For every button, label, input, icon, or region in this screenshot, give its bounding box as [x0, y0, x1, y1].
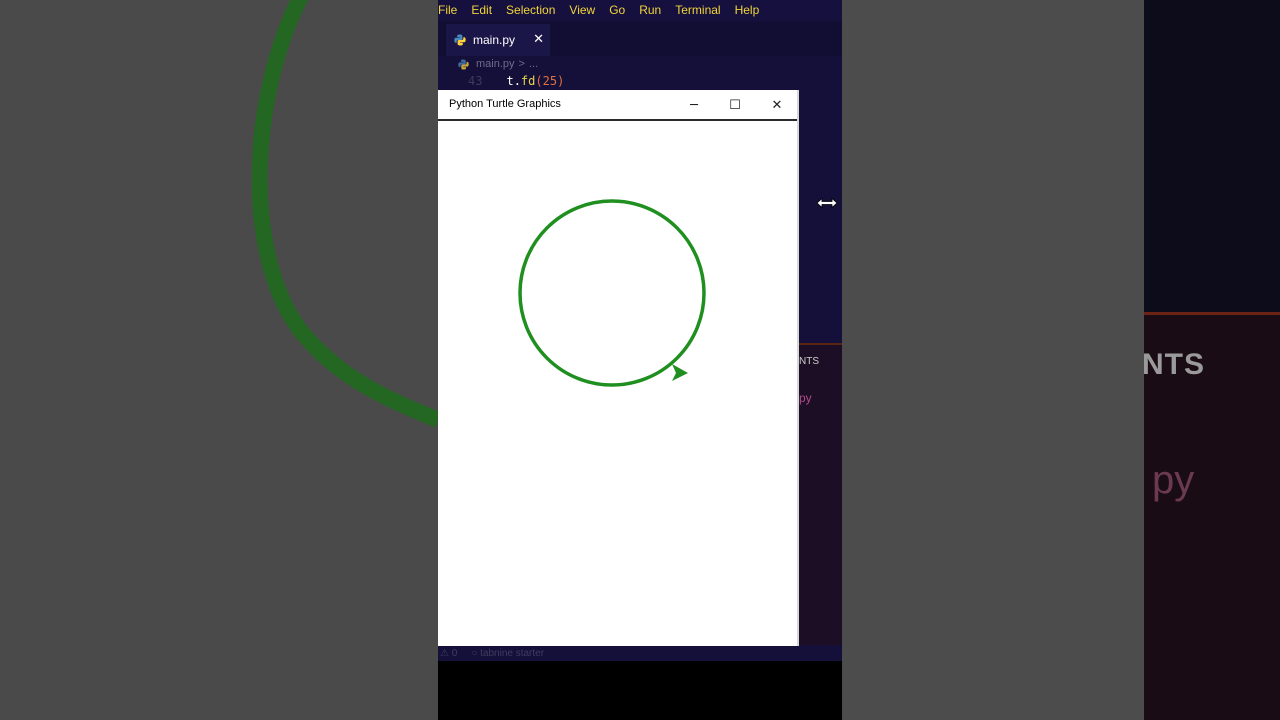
- close-button[interactable]: ✕: [762, 93, 792, 117]
- turtle-arrow-icon: [672, 364, 688, 381]
- background-ghost-file: py: [1152, 458, 1195, 502]
- maximize-button[interactable]: ☐: [720, 93, 750, 117]
- code-object: t: [506, 74, 514, 88]
- line-number: 43: [468, 74, 483, 88]
- background-ghost-label: NTS: [1142, 348, 1205, 381]
- menu-edit[interactable]: Edit: [471, 3, 492, 17]
- panel-section-label[interactable]: NTS: [799, 356, 819, 367]
- code-open-paren: (: [535, 74, 543, 88]
- code-argument: 25: [542, 74, 558, 88]
- breadcrumb-file[interactable]: main.py: [476, 58, 515, 70]
- breadcrumb-rest[interactable]: ...: [529, 58, 538, 70]
- menu-help[interactable]: Help: [735, 3, 760, 17]
- panel-file-label[interactable]: py: [799, 391, 812, 405]
- turtle-window-titlebar[interactable]: Python Turtle Graphics ─ ☐ ✕: [438, 90, 797, 121]
- side-panel: NTS py: [799, 0, 842, 720]
- statusbar: ⚠ 0 ○ tabnine starter: [438, 645, 842, 661]
- background-right-blur: NTS py: [842, 0, 1280, 720]
- breadcrumb-separator: >: [518, 58, 525, 70]
- tab-label: main.py: [473, 33, 516, 47]
- background-left-blur: [0, 0, 438, 720]
- turtle-drawn-circle: [518, 199, 706, 387]
- menu-go[interactable]: Go: [609, 3, 625, 17]
- menu-terminal[interactable]: Terminal: [675, 3, 720, 17]
- code-close-paren: ): [557, 74, 565, 88]
- tab-main-py[interactable]: main.py ✕: [446, 24, 550, 56]
- bottom-panel: [799, 345, 842, 645]
- menubar: File Edit Selection View Go Run Terminal…: [438, 0, 842, 20]
- code-function: fd: [520, 74, 536, 88]
- editor-tab-bar: main.py ✕: [438, 22, 842, 56]
- turtle-canvas[interactable]: [438, 123, 797, 646]
- background-editor-area: [1144, 0, 1280, 312]
- status-extension[interactable]: ○ tabnine starter: [471, 648, 544, 659]
- breadcrumb-python-icon: [458, 58, 469, 70]
- minimize-button[interactable]: ─: [679, 93, 709, 117]
- horizontal-resize-cursor-icon: [816, 197, 838, 209]
- menu-file[interactable]: File: [438, 3, 457, 17]
- turtle-window-title: Python Turtle Graphics: [449, 98, 561, 110]
- editor-area-visible: [799, 120, 842, 342]
- menu-view[interactable]: View: [569, 3, 595, 17]
- tab-close-icon[interactable]: ✕: [533, 32, 544, 47]
- below-status-blank: [438, 661, 842, 720]
- menu-selection[interactable]: Selection: [506, 3, 555, 17]
- menu-run[interactable]: Run: [639, 3, 661, 17]
- status-problems[interactable]: ⚠ 0: [440, 648, 457, 659]
- python-file-icon: [454, 34, 466, 46]
- code-dot: .: [513, 74, 521, 88]
- code-line[interactable]: 43 t.fd(25): [468, 74, 564, 88]
- breadcrumb: main.py > ...: [458, 58, 538, 70]
- turtle-graphics-window: Python Turtle Graphics ─ ☐ ✕: [438, 90, 799, 646]
- background-circle-blur: [251, 0, 438, 428]
